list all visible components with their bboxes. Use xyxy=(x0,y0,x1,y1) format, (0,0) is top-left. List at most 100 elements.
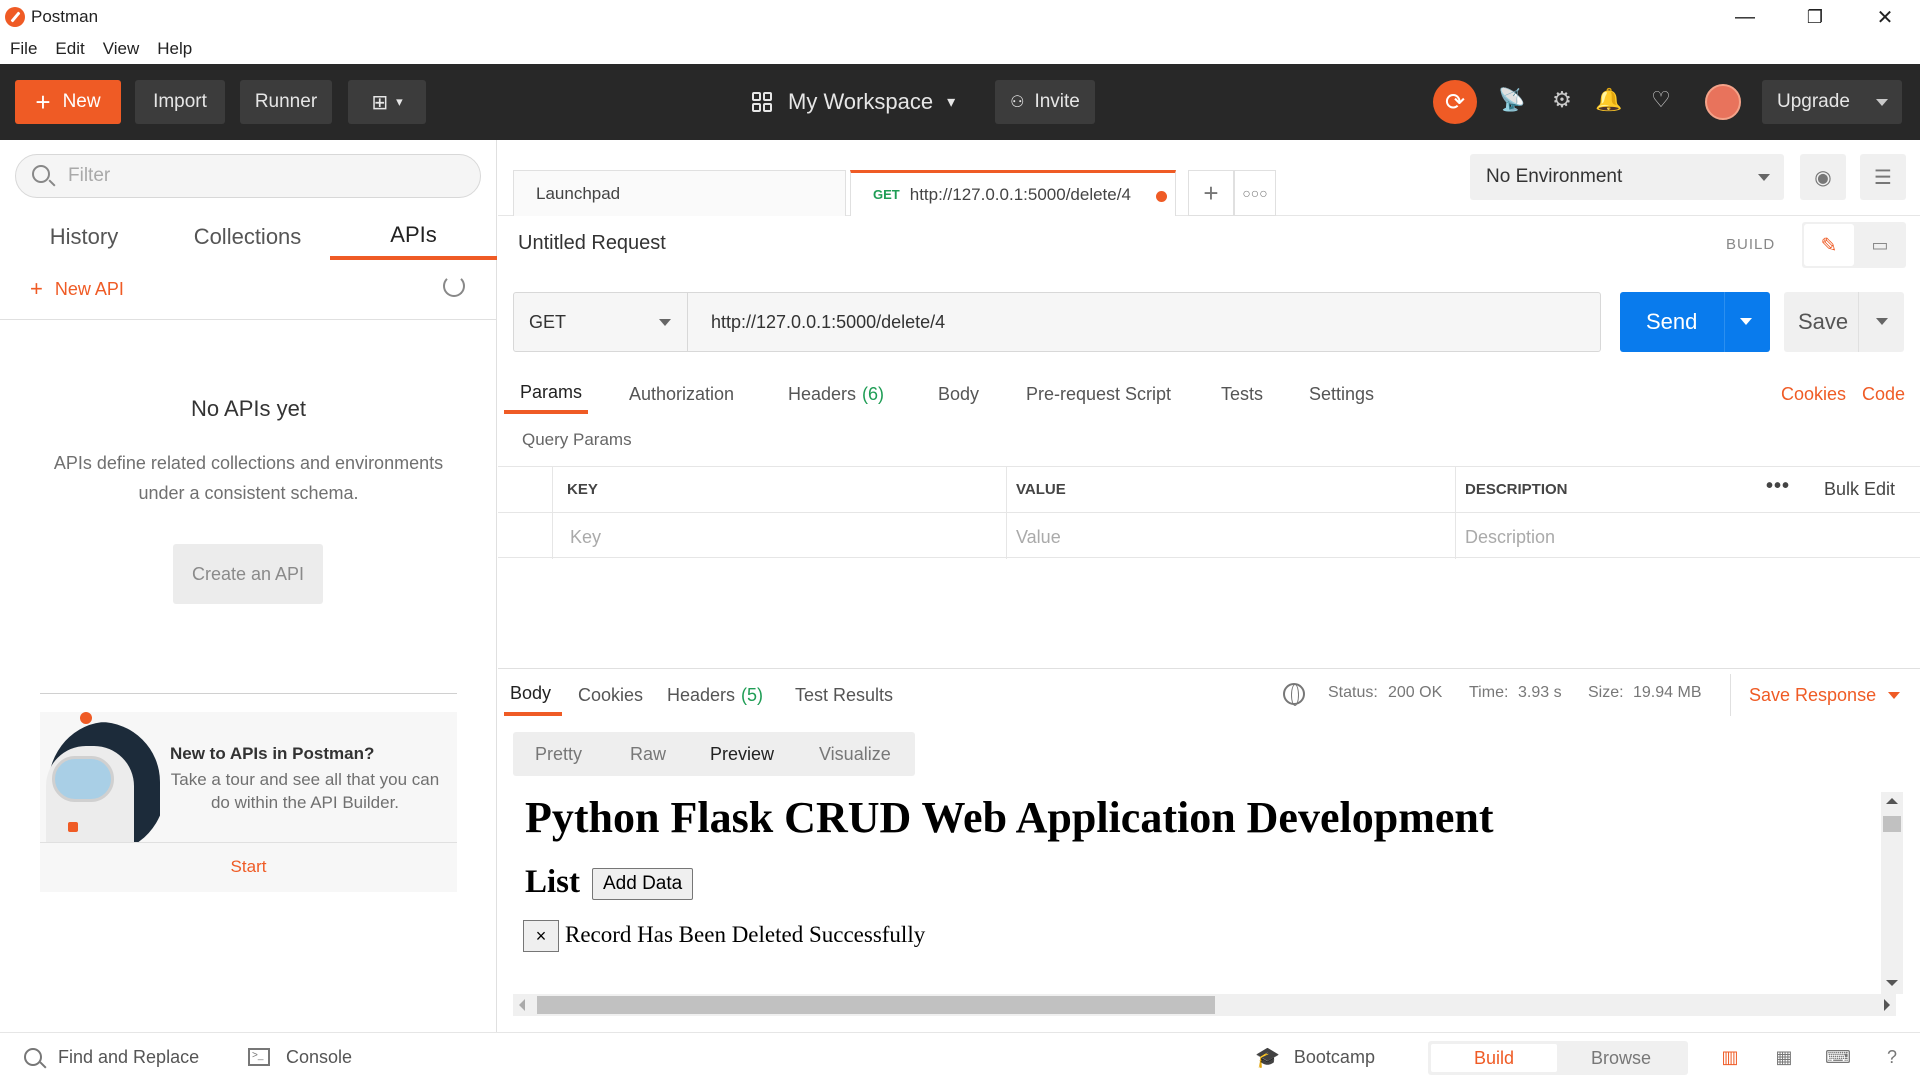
upgrade-label: Upgrade xyxy=(1777,91,1850,112)
plus-icon: + xyxy=(35,86,51,117)
main-panel: Launchpad GET http://127.0.0.1:5000/dele… xyxy=(498,140,1920,1032)
runner-button[interactable]: Runner xyxy=(240,80,332,124)
new-api-button[interactable]: + New API xyxy=(30,276,124,302)
tab-response-cookies[interactable]: Cookies xyxy=(578,674,643,716)
upgrade-button[interactable]: Upgrade xyxy=(1762,80,1902,124)
tab-headers[interactable]: Headers (6) xyxy=(788,374,884,414)
minimize-button[interactable]: — xyxy=(1710,0,1780,34)
layout-icon[interactable]: ▦ xyxy=(1772,1045,1796,1069)
scroll-down-icon[interactable] xyxy=(1886,980,1898,986)
save-response-button[interactable]: Save Response xyxy=(1730,674,1901,716)
tab-body[interactable]: Body xyxy=(938,374,979,414)
add-data-button[interactable]: Add Data xyxy=(592,868,694,900)
settings-sliders-icon[interactable]: ☰ xyxy=(1860,154,1906,200)
scroll-right-icon[interactable] xyxy=(1884,999,1890,1011)
bulk-edit-link[interactable]: Bulk Edit xyxy=(1824,479,1895,500)
tab-response-body[interactable]: Body xyxy=(504,674,562,716)
response-divider[interactable] xyxy=(498,668,1920,669)
bootcamp-button[interactable]: 🎓 Bootcamp xyxy=(1255,1033,1375,1080)
menu-file[interactable]: File xyxy=(10,39,37,59)
tab-history[interactable]: History xyxy=(30,214,138,260)
request-title[interactable]: Untitled Request xyxy=(518,232,666,255)
build-mode-button[interactable]: Build xyxy=(1431,1044,1557,1072)
antenna-dot-icon xyxy=(80,712,92,724)
scroll-left-icon[interactable] xyxy=(519,999,525,1011)
close-alert-button[interactable]: × xyxy=(523,920,559,952)
save-button[interactable]: Save xyxy=(1784,292,1904,352)
gear-icon[interactable]: ⚙ xyxy=(1544,82,1580,118)
find-replace-button[interactable]: Find and Replace xyxy=(24,1033,199,1080)
params-table: KEY VALUE DESCRIPTION ••• Bulk Edit Key … xyxy=(498,466,1920,559)
eye-icon[interactable]: ◉ xyxy=(1800,154,1846,200)
pencil-icon[interactable]: ✎ xyxy=(1804,224,1854,266)
start-tour-button[interactable]: Start xyxy=(40,842,457,892)
view-pretty[interactable]: Pretty xyxy=(535,732,582,776)
restore-button[interactable]: ❐ xyxy=(1780,0,1850,34)
satellite-icon[interactable]: 📡 xyxy=(1494,82,1530,118)
invite-button[interactable]: ⚇ Invite xyxy=(995,80,1095,124)
chevron-down-icon[interactable] xyxy=(1876,318,1888,325)
send-button[interactable]: Send xyxy=(1620,292,1770,352)
menu-edit[interactable]: Edit xyxy=(55,39,84,59)
scroll-thumb[interactable] xyxy=(537,996,1215,1014)
heart-icon[interactable]: ♡ xyxy=(1643,82,1679,118)
chevron-down-icon[interactable] xyxy=(1740,318,1752,325)
value-input[interactable]: Value xyxy=(1016,527,1061,548)
create-api-button[interactable]: Create an API xyxy=(173,544,323,604)
tab-headers-label: Headers xyxy=(788,383,857,404)
time-value: 3.93 s xyxy=(1518,684,1562,701)
sync-icon[interactable]: ⟳ xyxy=(1433,80,1477,124)
globe-icon[interactable] xyxy=(1283,683,1305,706)
horizontal-scrollbar[interactable] xyxy=(513,994,1896,1016)
environment-select[interactable]: No Environment xyxy=(1470,154,1784,200)
headers-count: (6) xyxy=(862,383,885,404)
code-link[interactable]: Code xyxy=(1862,374,1905,414)
key-input[interactable]: Key xyxy=(570,527,601,548)
keyboard-shortcuts-icon[interactable]: ⌨ xyxy=(1825,1045,1851,1069)
column-value-header: VALUE xyxy=(1016,481,1066,498)
view-raw[interactable]: Raw xyxy=(630,732,666,776)
tab-tests[interactable]: Tests xyxy=(1221,374,1263,414)
tour-description: Take a tour and see all that you can do … xyxy=(170,770,440,812)
view-visualize[interactable]: Visualize xyxy=(819,732,891,776)
tab-collections[interactable]: Collections xyxy=(180,214,315,260)
refresh-icon[interactable] xyxy=(443,275,465,297)
tab-settings[interactable]: Settings xyxy=(1309,374,1374,414)
help-icon[interactable]: ? xyxy=(1880,1045,1904,1069)
vertical-scrollbar[interactable] xyxy=(1881,792,1903,994)
tab-apis[interactable]: APIs xyxy=(330,214,497,260)
new-window-dropdown[interactable]: ⊞ ▾ xyxy=(348,80,426,124)
tab-response-headers[interactable]: Headers (5) xyxy=(667,674,763,716)
scroll-up-icon[interactable] xyxy=(1886,798,1898,804)
cookies-link[interactable]: Cookies xyxy=(1781,374,1846,414)
new-tab-button[interactable]: + xyxy=(1188,170,1234,216)
console-button[interactable]: >_ Console xyxy=(248,1033,352,1080)
url-input[interactable]: http://127.0.0.1:5000/delete/4 xyxy=(689,293,1600,351)
close-window-button[interactable]: ✕ xyxy=(1850,0,1920,34)
workspace-switcher[interactable]: My Workspace ▾ xyxy=(752,80,955,124)
menu-view[interactable]: View xyxy=(103,39,140,59)
bell-icon[interactable]: 🔔 xyxy=(1591,82,1627,118)
tab-pre-request-script[interactable]: Pre-request Script xyxy=(1026,374,1171,414)
avatar[interactable] xyxy=(1705,84,1741,120)
two-pane-icon[interactable]: ▥ xyxy=(1718,1045,1742,1069)
more-tabs-icon[interactable]: ○○○ xyxy=(1234,170,1276,216)
tab-test-results[interactable]: Test Results xyxy=(795,674,893,716)
scroll-thumb[interactable] xyxy=(1883,816,1901,832)
tab-authorization[interactable]: Authorization xyxy=(629,374,734,414)
more-options-icon[interactable]: ••• xyxy=(1766,475,1790,498)
filter-input[interactable]: Filter xyxy=(15,154,481,198)
tab-method-badge: GET xyxy=(873,187,900,202)
tab-launchpad[interactable]: Launchpad xyxy=(513,170,846,216)
comment-icon[interactable]: ▭ xyxy=(1856,224,1904,266)
method-select[interactable]: GET xyxy=(514,293,688,351)
new-button[interactable]: + New xyxy=(15,80,121,124)
view-preview[interactable]: Preview xyxy=(710,732,774,776)
menu-help[interactable]: Help xyxy=(157,39,192,59)
import-button[interactable]: Import xyxy=(135,80,225,124)
browse-mode-button[interactable]: Browse xyxy=(1557,1044,1685,1072)
tab-request[interactable]: GET http://127.0.0.1:5000/delete/4 xyxy=(850,170,1176,216)
size-label: Size: xyxy=(1588,684,1624,701)
tab-params[interactable]: Params xyxy=(504,374,588,414)
description-input[interactable]: Description xyxy=(1465,527,1555,548)
